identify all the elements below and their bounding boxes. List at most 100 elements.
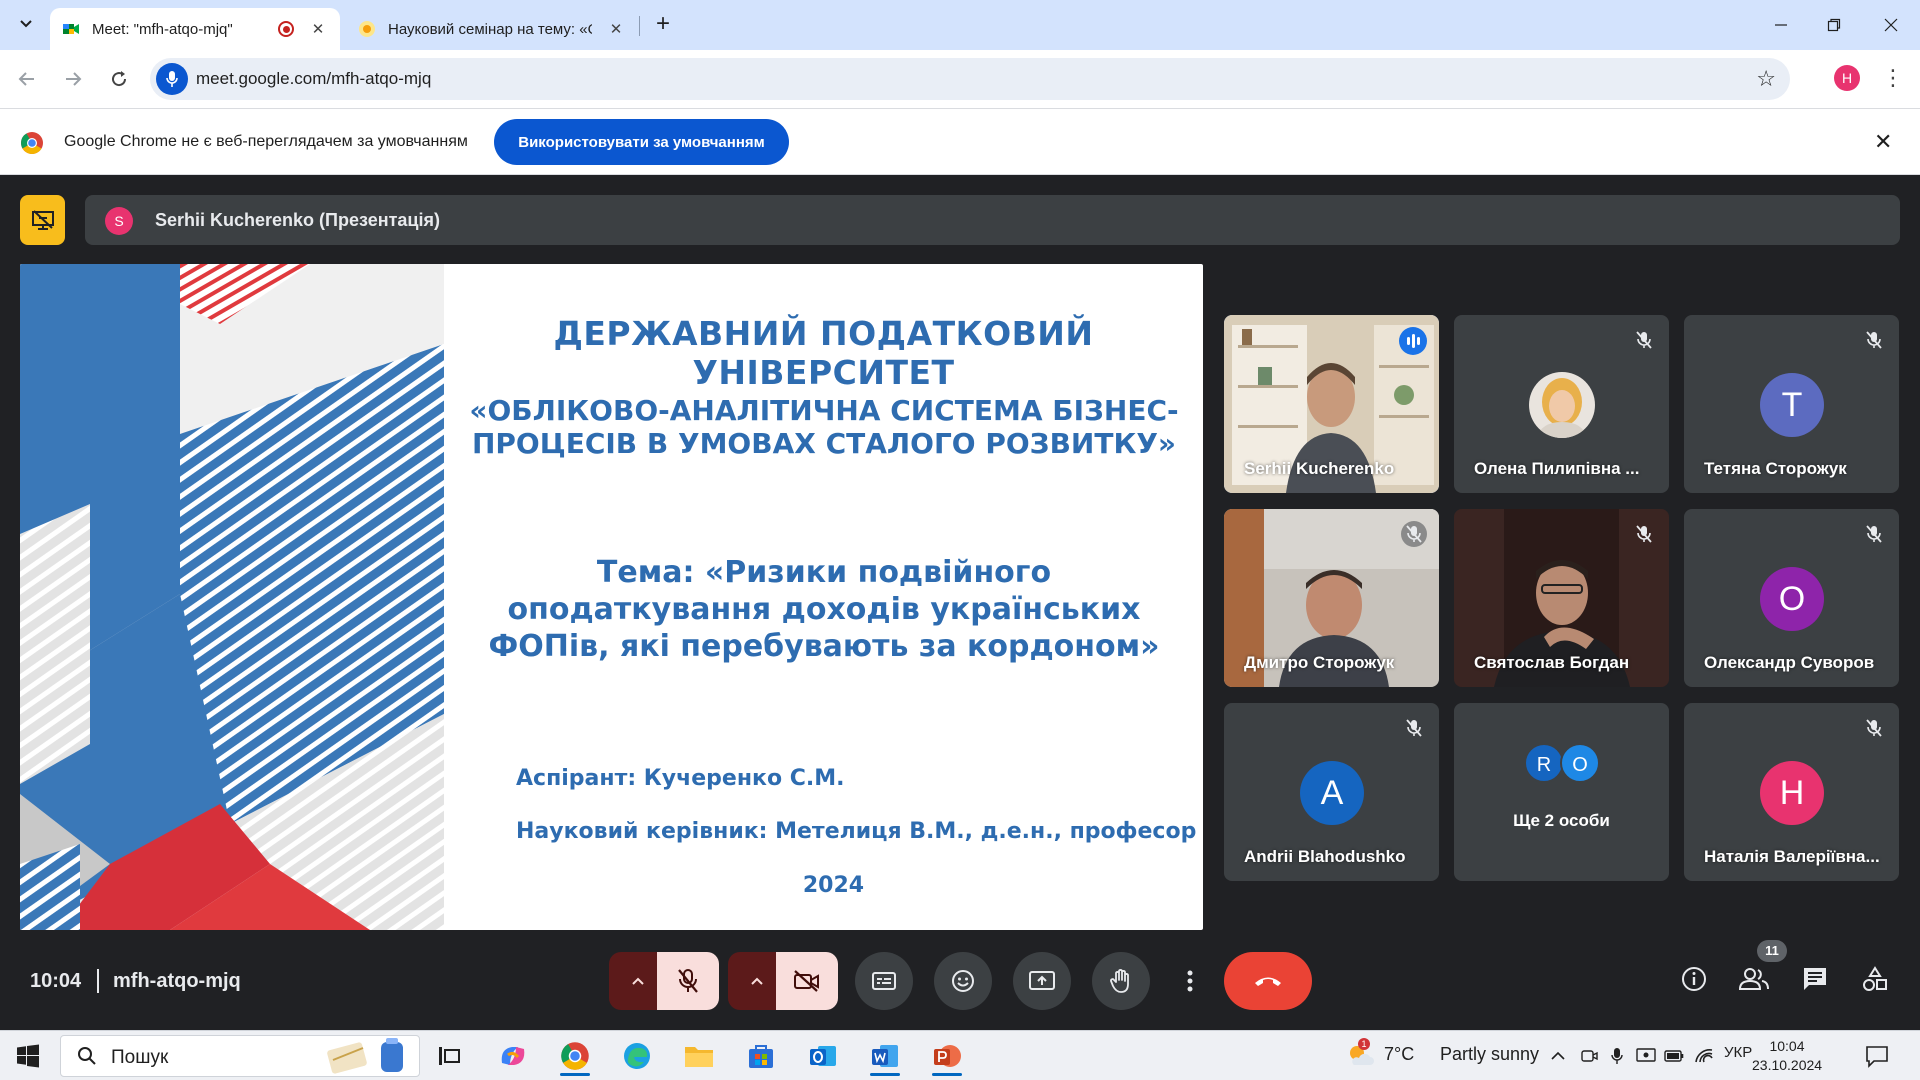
tab-meet[interactable]: Meet: "mfh-atqo-mjq" ✕ bbox=[50, 8, 340, 50]
people-icon bbox=[1739, 968, 1769, 990]
participant-tile[interactable]: O Олександр Суворов bbox=[1684, 509, 1899, 687]
emoji-icon bbox=[952, 970, 974, 992]
set-default-button[interactable]: Використовувати за умовчанням bbox=[494, 119, 789, 165]
screen-share-tray-icon[interactable] bbox=[1636, 1048, 1656, 1064]
leave-call-button[interactable] bbox=[1224, 952, 1312, 1010]
reactions-button[interactable] bbox=[934, 952, 992, 1010]
taskbar-clock[interactable]: 10:04 23.10.2024 bbox=[1752, 1037, 1822, 1075]
more-vert-icon bbox=[1187, 970, 1193, 992]
raise-hand-button[interactable] bbox=[1092, 952, 1150, 1010]
captions-icon bbox=[872, 972, 896, 990]
microphone-tray-icon[interactable] bbox=[1610, 1047, 1624, 1065]
default-browser-infobar: Google Chrome не є веб-переглядачем за у… bbox=[0, 108, 1920, 175]
mic-active-icon[interactable] bbox=[156, 63, 188, 95]
close-window-button[interactable] bbox=[1862, 0, 1920, 50]
participant-tile[interactable]: H Наталія Валеріївна... bbox=[1684, 703, 1899, 881]
others-tile[interactable]: R O Ще 2 особи bbox=[1454, 703, 1669, 881]
meeting-time: 10:04 bbox=[30, 970, 82, 992]
bookmark-star-icon[interactable]: ☆ bbox=[1756, 66, 1776, 92]
people-button[interactable] bbox=[1730, 955, 1778, 1003]
close-infobar-icon[interactable]: ✕ bbox=[1874, 129, 1892, 155]
taskbar-chrome[interactable] bbox=[550, 1036, 600, 1076]
taskbar-copilot[interactable] bbox=[488, 1036, 538, 1076]
participant-tile[interactable]: Дмитро Сторожук bbox=[1224, 509, 1439, 687]
clock-time: 10:04 bbox=[1769, 1038, 1805, 1054]
google-meet-icon bbox=[63, 24, 79, 34]
participant-tile[interactable]: T Тетяна Сторожук bbox=[1684, 315, 1899, 493]
search-highlight-illustration bbox=[327, 1038, 403, 1074]
meeting-details-button[interactable] bbox=[1670, 955, 1718, 1003]
wifi-icon[interactable] bbox=[1694, 1048, 1714, 1064]
participant-avatar: O bbox=[1760, 567, 1824, 631]
slide-topic-line: оподаткування доходів українських bbox=[507, 592, 1141, 627]
presentation-icon[interactable] bbox=[20, 195, 65, 245]
activities-icon bbox=[1863, 966, 1887, 991]
chrome-menu-icon[interactable]: ⋮ bbox=[1882, 63, 1904, 93]
windows-start-icon[interactable] bbox=[16, 1044, 40, 1068]
browser-toolbar: meet.google.com/mfh-atqo-mjq ☆ H ⋮ bbox=[0, 50, 1920, 108]
muted-mic-icon bbox=[1631, 521, 1657, 547]
chat-button[interactable] bbox=[1791, 955, 1839, 1003]
hand-icon bbox=[1110, 969, 1129, 993]
info-icon bbox=[1682, 967, 1706, 991]
weather-condition[interactable]: Partly sunny bbox=[1440, 1044, 1539, 1065]
taskbar-file-explorer[interactable] bbox=[674, 1036, 724, 1076]
back-button[interactable] bbox=[12, 64, 42, 94]
participant-tile[interactable]: Святослав Богдан bbox=[1454, 509, 1669, 687]
minimize-button[interactable] bbox=[1752, 0, 1810, 50]
meet-stage: S Serhii Kucherenko (Презентація) ДЕРЖАВ… bbox=[0, 175, 1920, 1030]
close-tab-icon[interactable]: ✕ bbox=[308, 19, 328, 39]
weather-alert-badge: 1 bbox=[1358, 1038, 1370, 1050]
weather-temperature[interactable]: 7°C bbox=[1384, 1044, 1414, 1065]
muted-mic-icon bbox=[1861, 715, 1887, 741]
forward-button[interactable] bbox=[58, 64, 88, 94]
present-screen-button[interactable] bbox=[1013, 952, 1071, 1010]
taskbar-outlook[interactable] bbox=[798, 1036, 848, 1076]
profile-avatar[interactable]: H bbox=[1834, 65, 1860, 91]
participant-name: Олена Пилипівна ... bbox=[1474, 459, 1640, 478]
battery-icon[interactable] bbox=[1664, 1050, 1684, 1062]
close-tab-icon[interactable]: ✕ bbox=[606, 19, 626, 39]
muted-mic-icon bbox=[1401, 521, 1427, 547]
chevron-up-icon[interactable] bbox=[1550, 1051, 1566, 1061]
tab-seminar[interactable]: Науковий семінар на тему: «О ✕ bbox=[346, 8, 638, 50]
powerpoint-icon bbox=[934, 1045, 961, 1067]
chat-icon bbox=[1804, 968, 1826, 990]
microphone-toggle-button[interactable] bbox=[657, 952, 719, 1010]
participant-name: Дмитро Сторожук bbox=[1244, 653, 1395, 672]
more-options-button[interactable] bbox=[1170, 952, 1210, 1010]
captions-button[interactable] bbox=[855, 952, 913, 1010]
slide-program-line: «ОБЛІКОВО-АНАЛІТИЧНА СИСТЕМА БІЗНЕС- bbox=[469, 394, 1179, 427]
others-avatar: R bbox=[1524, 743, 1564, 783]
camera-tray-icon[interactable] bbox=[1580, 1048, 1598, 1064]
slide-topic: Тема: «Ризики подвійного оподаткування д… bbox=[474, 554, 1174, 665]
address-bar[interactable]: meet.google.com/mfh-atqo-mjq ☆ bbox=[150, 58, 1790, 100]
new-tab-button[interactable]: + bbox=[650, 12, 676, 38]
muted-mic-icon bbox=[1631, 327, 1657, 353]
taskbar-store[interactable] bbox=[736, 1036, 786, 1076]
notifications-icon[interactable] bbox=[1864, 1043, 1890, 1069]
activities-button[interactable] bbox=[1851, 955, 1899, 1003]
restore-button[interactable] bbox=[1805, 0, 1863, 50]
taskbar-word[interactable] bbox=[860, 1036, 910, 1076]
taskbar-powerpoint[interactable] bbox=[922, 1036, 972, 1076]
reload-button[interactable] bbox=[104, 64, 134, 94]
input-language[interactable]: УКР bbox=[1724, 1044, 1752, 1061]
tab-strip: Meet: "mfh-atqo-mjq" ✕ Науковий семінар … bbox=[0, 0, 1920, 50]
meeting-code[interactable]: mfh-atqo-mjq bbox=[113, 970, 241, 993]
reload-icon bbox=[112, 71, 127, 87]
muted-mic-icon bbox=[1861, 521, 1887, 547]
tab-search-button[interactable] bbox=[12, 10, 40, 38]
participant-tile[interactable]: Serhii Kucherenko bbox=[1224, 315, 1439, 493]
clock-date: 23.10.2024 bbox=[1752, 1057, 1823, 1073]
url-text[interactable]: meet.google.com/mfh-atqo-mjq bbox=[196, 69, 431, 89]
participant-tile[interactable]: Олена Пилипівна ... bbox=[1454, 315, 1669, 493]
participant-tile[interactable]: A Andrii Blahodushko bbox=[1224, 703, 1439, 881]
muted-mic-icon bbox=[1861, 327, 1887, 353]
edge-icon bbox=[624, 1043, 650, 1069]
presenter-bar: S Serhii Kucherenko (Презентація) bbox=[85, 195, 1900, 245]
taskbar-task-view[interactable] bbox=[424, 1036, 474, 1076]
taskbar-edge[interactable] bbox=[612, 1036, 662, 1076]
camera-toggle-button[interactable] bbox=[776, 952, 838, 1010]
taskbar-search[interactable]: Пошук bbox=[60, 1035, 420, 1077]
